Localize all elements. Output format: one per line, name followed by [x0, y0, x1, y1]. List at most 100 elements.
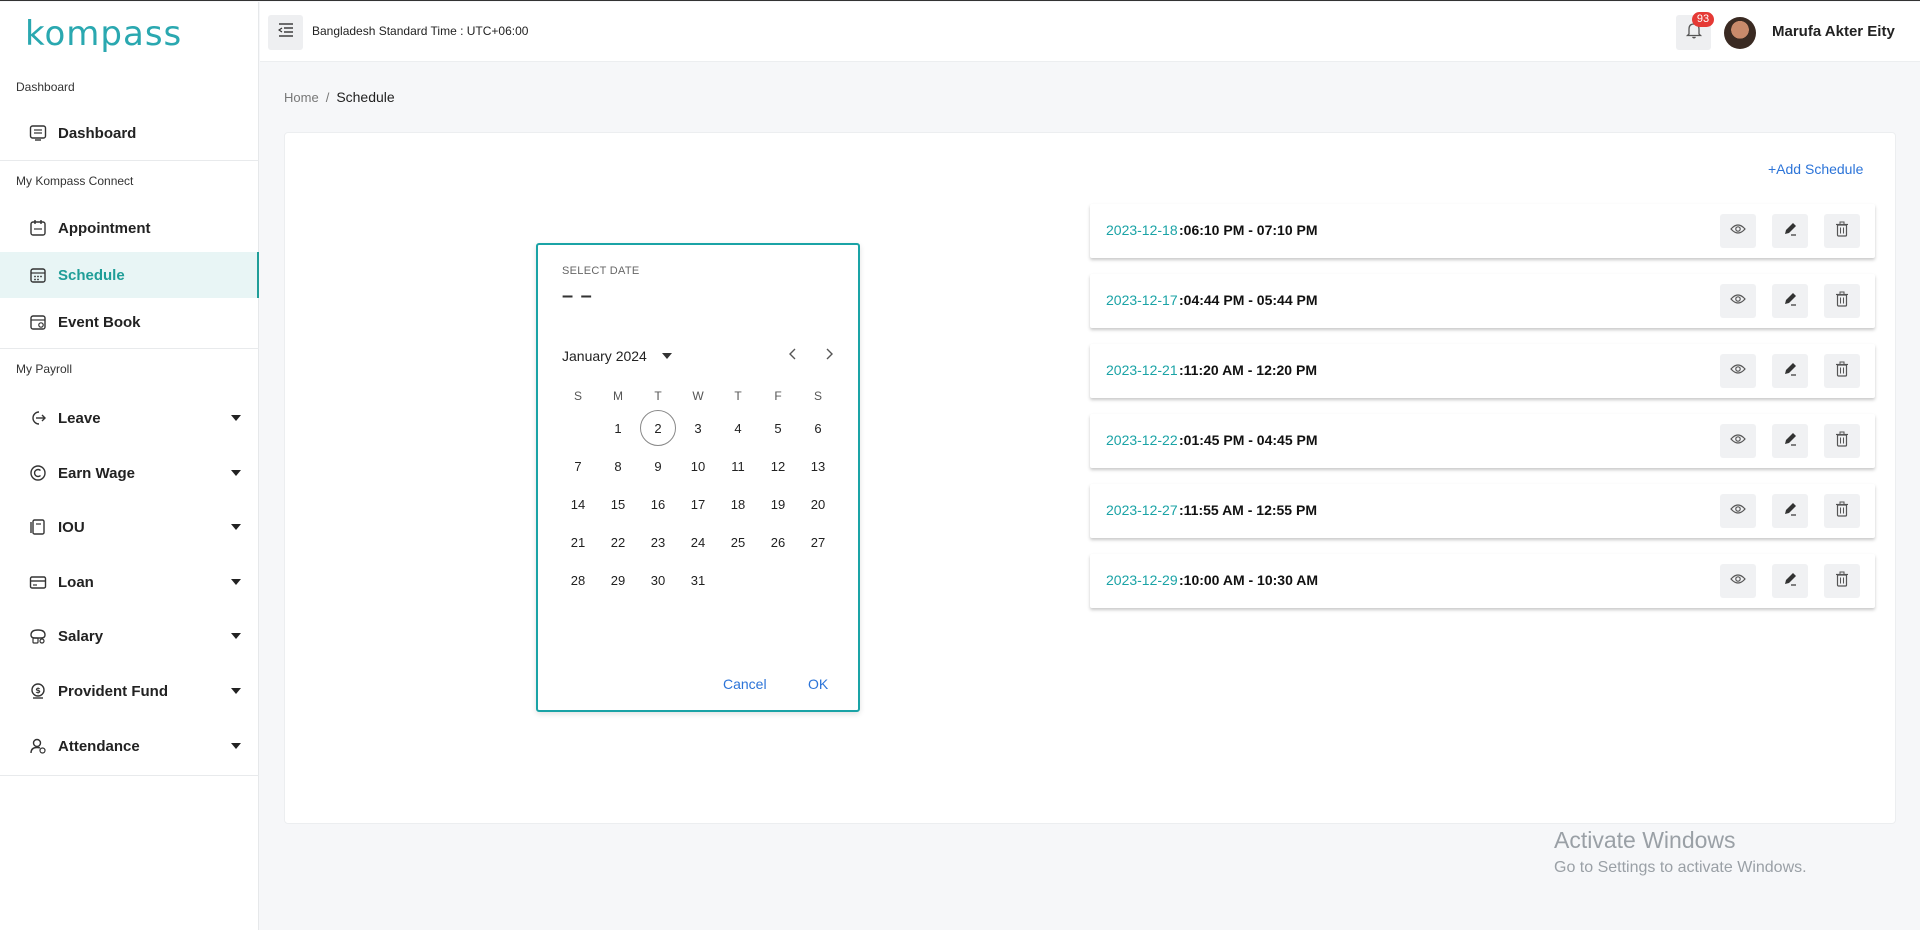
sidebar-item-attendance[interactable]: Attendance	[0, 723, 259, 769]
view-schedule-button[interactable]	[1720, 424, 1756, 458]
next-month-button[interactable]	[818, 345, 840, 367]
calendar-day[interactable]: 15	[598, 485, 638, 523]
schedule-time: :06:10 PM - 07:10 PM	[1179, 222, 1318, 238]
month-year-selector[interactable]: January 2024	[562, 348, 672, 364]
schedule-row: 2023-12-27:11:55 AM - 12:55 PM	[1090, 484, 1875, 538]
view-schedule-button[interactable]	[1720, 494, 1756, 528]
sidebar-item-salary[interactable]: Salary	[0, 613, 259, 659]
calendar-day-label: 3	[694, 420, 702, 436]
section-label-payroll: My Payroll	[16, 362, 73, 376]
calendar-day-label: 12	[770, 458, 786, 474]
calendar-day[interactable]: 11	[718, 447, 758, 485]
trash-icon	[1835, 361, 1849, 382]
calendar-day[interactable]: 5	[758, 409, 798, 447]
calendar-day[interactable]: 10	[678, 447, 718, 485]
calendar-week-row: 28 29 30 31	[558, 561, 838, 599]
sidebar-item-schedule[interactable]: Schedule	[0, 252, 259, 298]
calendar-day[interactable]: 8	[598, 447, 638, 485]
calendar-day[interactable]: 16	[638, 485, 678, 523]
delete-schedule-button[interactable]	[1824, 284, 1860, 318]
pencil-icon	[1782, 501, 1798, 522]
avatar[interactable]	[1724, 17, 1756, 49]
user-name[interactable]: Marufa Akter Eity	[1772, 23, 1895, 40]
calendar-day[interactable]: 26	[758, 523, 798, 561]
sidebar-item-leave[interactable]: Leave	[0, 395, 259, 441]
delete-schedule-button[interactable]	[1824, 424, 1860, 458]
calendar-day[interactable]: 12	[758, 447, 798, 485]
calendar-day[interactable]: 3	[678, 409, 718, 447]
calendar-day[interactable]: 25	[718, 523, 758, 561]
sidebar-item-provident-fund[interactable]: $ Provident Fund	[0, 668, 259, 714]
calendar-day[interactable]: 28	[558, 561, 598, 599]
calendar-day[interactable]: 7	[558, 447, 598, 485]
sidebar-item-dashboard[interactable]: Dashboard	[0, 110, 259, 156]
calendar-day-label: 30	[650, 572, 666, 588]
calendar-day-label: 19	[770, 496, 786, 512]
calendar-day[interactable]: 27	[798, 523, 838, 561]
calendar-day-label: 11	[731, 458, 745, 474]
sidebar-item-event-book[interactable]: Event Book	[0, 299, 259, 345]
schedule-date: 2023-12-29	[1106, 572, 1178, 588]
calendar-day[interactable]: 29	[598, 561, 638, 599]
add-schedule-button[interactable]: +Add Schedule	[1768, 161, 1863, 177]
menu-collapse-icon	[277, 23, 294, 42]
schedule-time: :01:45 PM - 04:45 PM	[1179, 432, 1318, 448]
calendar-day[interactable]: 4	[718, 409, 758, 447]
calendar-day[interactable]: 9	[638, 447, 678, 485]
edit-schedule-button[interactable]	[1772, 354, 1808, 388]
sidebar-item-iou[interactable]: IOU	[0, 504, 259, 550]
calendar-empty-cell	[798, 561, 838, 599]
calendar-day[interactable]: 20	[798, 485, 838, 523]
kompass-logo[interactable]: kompass	[25, 14, 182, 54]
calendar-day-label: 22	[610, 534, 626, 550]
calendar-day[interactable]: 13	[798, 447, 838, 485]
edit-schedule-button[interactable]	[1772, 424, 1808, 458]
schedule-date: 2023-12-27	[1106, 502, 1178, 518]
ok-button[interactable]: OK	[808, 676, 828, 692]
schedule-row: 2023-12-21:11:20 AM - 12:20 PM	[1090, 344, 1875, 398]
calendar-day[interactable]: 31	[678, 561, 718, 599]
sidebar-item-loan[interactable]: Loan	[0, 559, 259, 605]
trash-icon	[1835, 291, 1849, 312]
calendar-day[interactable]: 18	[718, 485, 758, 523]
breadcrumb-home[interactable]: Home	[284, 90, 319, 105]
schedule-row: 2023-12-29:10:00 AM - 10:30 AM	[1090, 554, 1875, 608]
pencil-icon	[1782, 291, 1798, 312]
chevron-down-icon	[231, 688, 241, 694]
windows-activation-subtitle: Go to Settings to activate Windows.	[1554, 859, 1807, 876]
calendar-day[interactable]: 21	[558, 523, 598, 561]
calendar-day-label: 4	[734, 420, 742, 436]
calendar-day[interactable]: 23	[638, 523, 678, 561]
edit-schedule-button[interactable]	[1772, 564, 1808, 598]
edit-schedule-button[interactable]	[1772, 214, 1808, 248]
sidebar-item-earn-wage[interactable]: Earn Wage	[0, 450, 259, 496]
sidebar-item-appointment[interactable]: Appointment	[0, 205, 259, 251]
calendar-day[interactable]: 17	[678, 485, 718, 523]
delete-schedule-button[interactable]	[1824, 494, 1860, 528]
calendar-day-label: 28	[570, 572, 586, 588]
view-schedule-button[interactable]	[1720, 214, 1756, 248]
calendar-day[interactable]: 22	[598, 523, 638, 561]
calendar-day[interactable]: 2	[638, 409, 678, 447]
delete-schedule-button[interactable]	[1824, 564, 1860, 598]
edit-schedule-button[interactable]	[1772, 284, 1808, 318]
calendar-day[interactable]: 1	[598, 409, 638, 447]
calendar-day-label: 7	[574, 458, 582, 474]
calendar-day[interactable]: 30	[638, 561, 678, 599]
iou-icon	[28, 517, 48, 537]
delete-schedule-button[interactable]	[1824, 354, 1860, 388]
calendar-day[interactable]: 24	[678, 523, 718, 561]
view-schedule-button[interactable]	[1720, 354, 1756, 388]
delete-schedule-button[interactable]	[1824, 214, 1860, 248]
calendar-day[interactable]: 14	[558, 485, 598, 523]
view-schedule-button[interactable]	[1720, 284, 1756, 318]
toggle-sidebar-button[interactable]	[268, 15, 303, 50]
calendar-day[interactable]: 19	[758, 485, 798, 523]
cancel-button[interactable]: Cancel	[723, 676, 767, 692]
calendar-day[interactable]: 6	[798, 409, 838, 447]
chevron-right-icon	[824, 347, 834, 365]
calendar-day-label: 23	[650, 534, 666, 550]
previous-month-button[interactable]	[782, 345, 804, 367]
view-schedule-button[interactable]	[1720, 564, 1756, 598]
edit-schedule-button[interactable]	[1772, 494, 1808, 528]
